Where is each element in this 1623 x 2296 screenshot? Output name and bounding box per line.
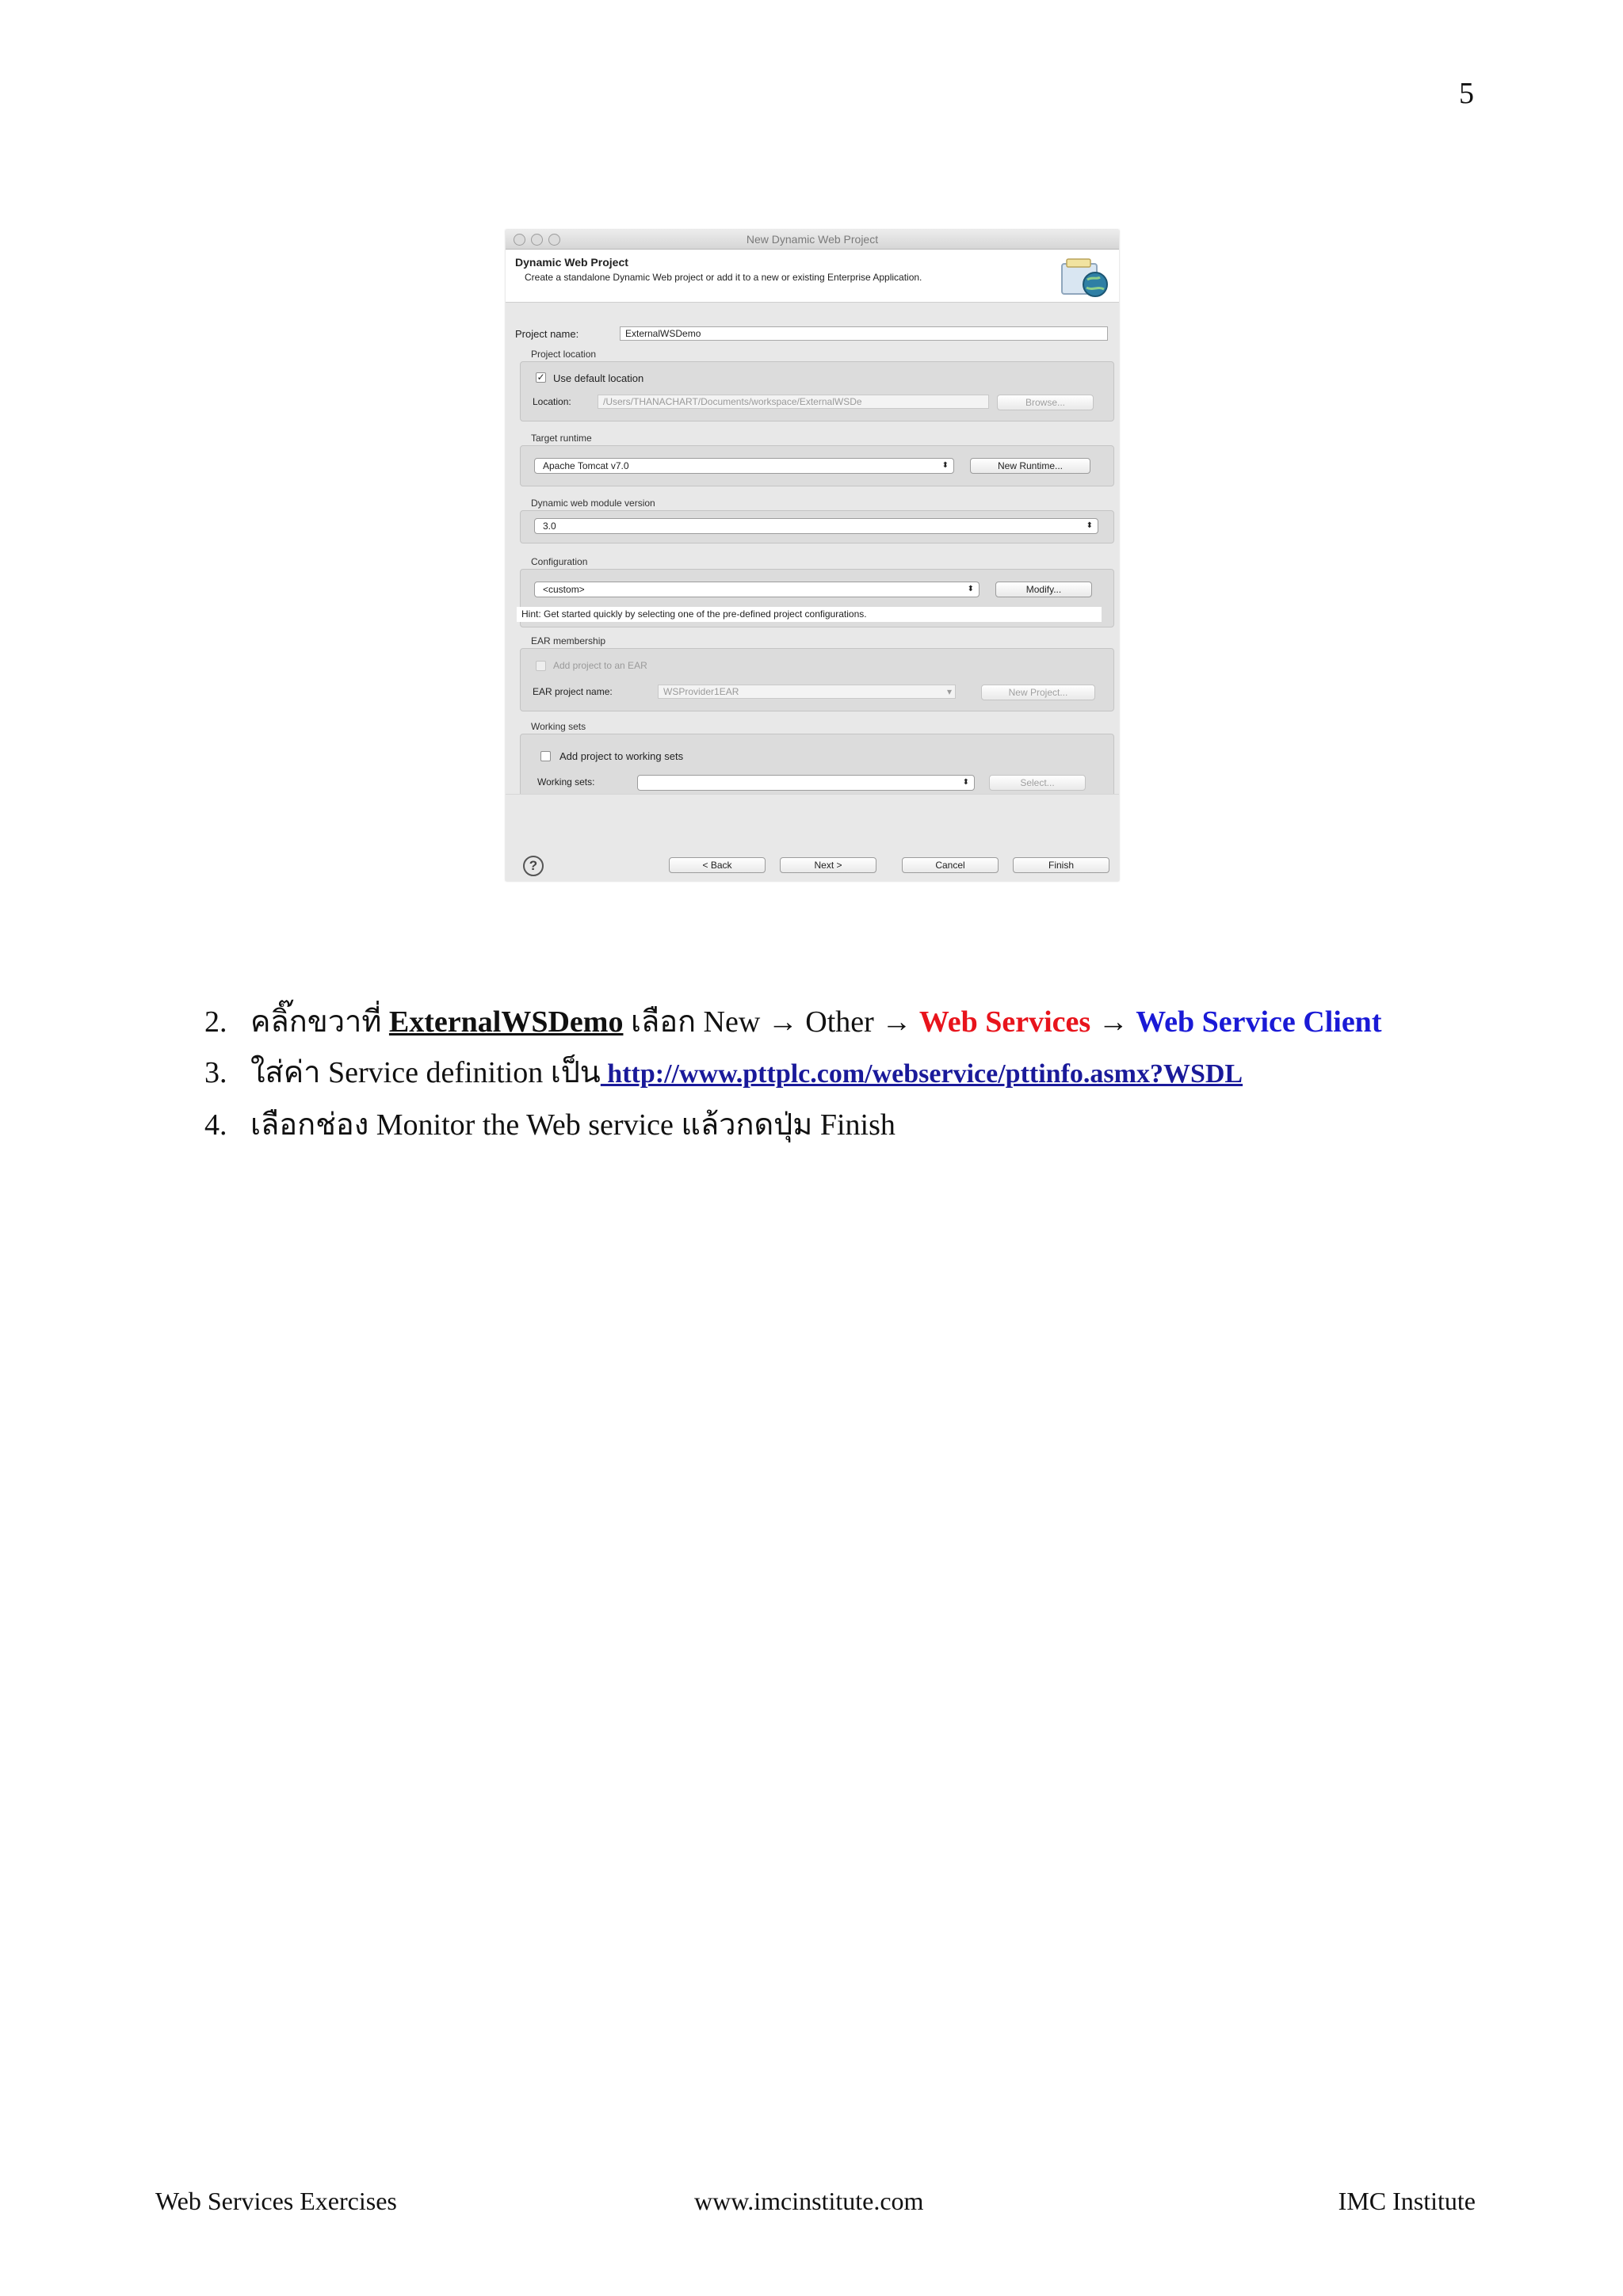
location-input[interactable]: /Users/THANACHART/Documents/workspace/Ex…	[598, 395, 989, 409]
ear-project-name-value: WSProvider1EAR	[663, 686, 739, 697]
module-version-value: 3.0	[543, 521, 556, 532]
updown-arrows-icon: ⬍	[941, 461, 949, 470]
updown-arrows-icon: ⬍	[1086, 521, 1093, 530]
dialog-header: Dynamic Web Project Create a standalone …	[506, 250, 1119, 303]
project-name-label: Project name:	[515, 328, 579, 340]
web-project-globe-icon	[1061, 258, 1108, 297]
select-button[interactable]: Select...	[989, 775, 1086, 791]
finish-button[interactable]: Finish	[1013, 857, 1109, 873]
configuration-label: Configuration	[531, 556, 588, 567]
add-to-ear-label: Add project to an EAR	[553, 660, 647, 671]
wsdl-link[interactable]: http://www.pttplc.com/webservice/pttinfo…	[601, 1059, 1243, 1089]
ear-project-name-label: EAR project name:	[533, 686, 613, 697]
target-runtime-label: Target runtime	[531, 433, 592, 444]
project-location-group	[520, 361, 1114, 421]
instruction-steps: 2. คลิ๊กขวาที่ ExternalWSDemo เลือก New →…	[204, 997, 1488, 1150]
use-default-location-label: Use default location	[553, 372, 644, 384]
footer-left: Web Services Exercises	[155, 2187, 397, 2215]
cancel-button[interactable]: Cancel	[902, 857, 999, 873]
project-location-label: Project location	[531, 349, 597, 360]
step-text: →	[1090, 1005, 1136, 1039]
add-to-ear-checkbox[interactable]	[536, 661, 546, 671]
dialog-title: New Dynamic Web Project	[746, 233, 879, 246]
step-text: ใส่ค่า Service definition เป็น	[250, 1056, 601, 1089]
step-number: 3.	[204, 1056, 227, 1089]
step-4: 4. เลือกช่อง Monitor the Web service แล้ว…	[204, 1100, 1488, 1150]
header-description: Create a standalone Dynamic Web project …	[525, 272, 922, 283]
ear-membership-label: EAR membership	[531, 635, 606, 646]
target-runtime-select[interactable]: Apache Tomcat v7.0 ⬍	[534, 458, 954, 474]
project-name-input[interactable]: ExternalWSDemo	[620, 326, 1108, 341]
step-number: 2.	[204, 1005, 227, 1039]
module-version-select[interactable]: 3.0 ⬍	[534, 518, 1098, 534]
module-version-label: Dynamic web module version	[531, 498, 655, 509]
step-text: เลือกช่อง Monitor the Web service แล้วกด…	[250, 1108, 896, 1142]
step-2: 2. คลิ๊กขวาที่ ExternalWSDemo เลือก New →…	[204, 997, 1488, 1047]
step-3: 3. ใส่ค่า Service definition เป็น http://…	[204, 1047, 1488, 1100]
web-service-client-ref: Web Service Client	[1136, 1005, 1382, 1039]
browse-button[interactable]: Browse...	[997, 395, 1094, 410]
use-default-location-checkbox[interactable]: ✓	[536, 372, 546, 383]
page-number: 5	[1459, 77, 1474, 110]
location-label: Location:	[533, 396, 571, 407]
configuration-hint: Hint: Get started quickly by selecting o…	[517, 607, 1102, 622]
step-text: คลิ๊กขวาที่	[250, 1005, 389, 1039]
target-runtime-value: Apache Tomcat v7.0	[543, 460, 629, 471]
ear-project-name-input[interactable]: WSProvider1EAR ▾	[658, 685, 956, 699]
header-title: Dynamic Web Project	[515, 256, 628, 269]
step-number: 4.	[204, 1108, 227, 1142]
new-project-button[interactable]: New Project...	[981, 685, 1095, 700]
footer-center: www.imcinstitute.com	[694, 2187, 924, 2215]
combo-arrow-icon: ▾	[946, 686, 952, 697]
help-icon[interactable]: ?	[523, 856, 544, 876]
configuration-value: <custom>	[543, 584, 585, 595]
modify-button[interactable]: Modify...	[995, 582, 1092, 597]
step-text: เลือก New → Other →	[623, 1005, 919, 1039]
configuration-select[interactable]: <custom> ⬍	[534, 582, 980, 597]
new-dynamic-web-project-dialog: New Dynamic Web Project Dynamic Web Proj…	[506, 230, 1119, 881]
web-services-ref: Web Services	[918, 1005, 1091, 1039]
back-button[interactable]: < Back	[669, 857, 766, 873]
add-to-working-sets-label: Add project to working sets	[559, 750, 684, 762]
project-name-ref: ExternalWSDemo	[388, 1005, 624, 1039]
new-runtime-button[interactable]: New Runtime...	[970, 458, 1090, 474]
working-sets-select[interactable]: ⬍	[637, 775, 975, 791]
add-to-working-sets-checkbox[interactable]	[540, 751, 551, 761]
next-button[interactable]: Next >	[780, 857, 876, 873]
ear-membership-group	[520, 648, 1114, 711]
dialog-titlebar: New Dynamic Web Project	[506, 230, 1119, 250]
footer-right: IMC Institute	[1338, 2187, 1476, 2215]
working-sets-field-label: Working sets:	[537, 776, 595, 788]
updown-arrows-icon: ⬍	[967, 585, 974, 593]
working-sets-label: Working sets	[531, 721, 586, 732]
updown-arrows-icon: ⬍	[962, 778, 969, 787]
